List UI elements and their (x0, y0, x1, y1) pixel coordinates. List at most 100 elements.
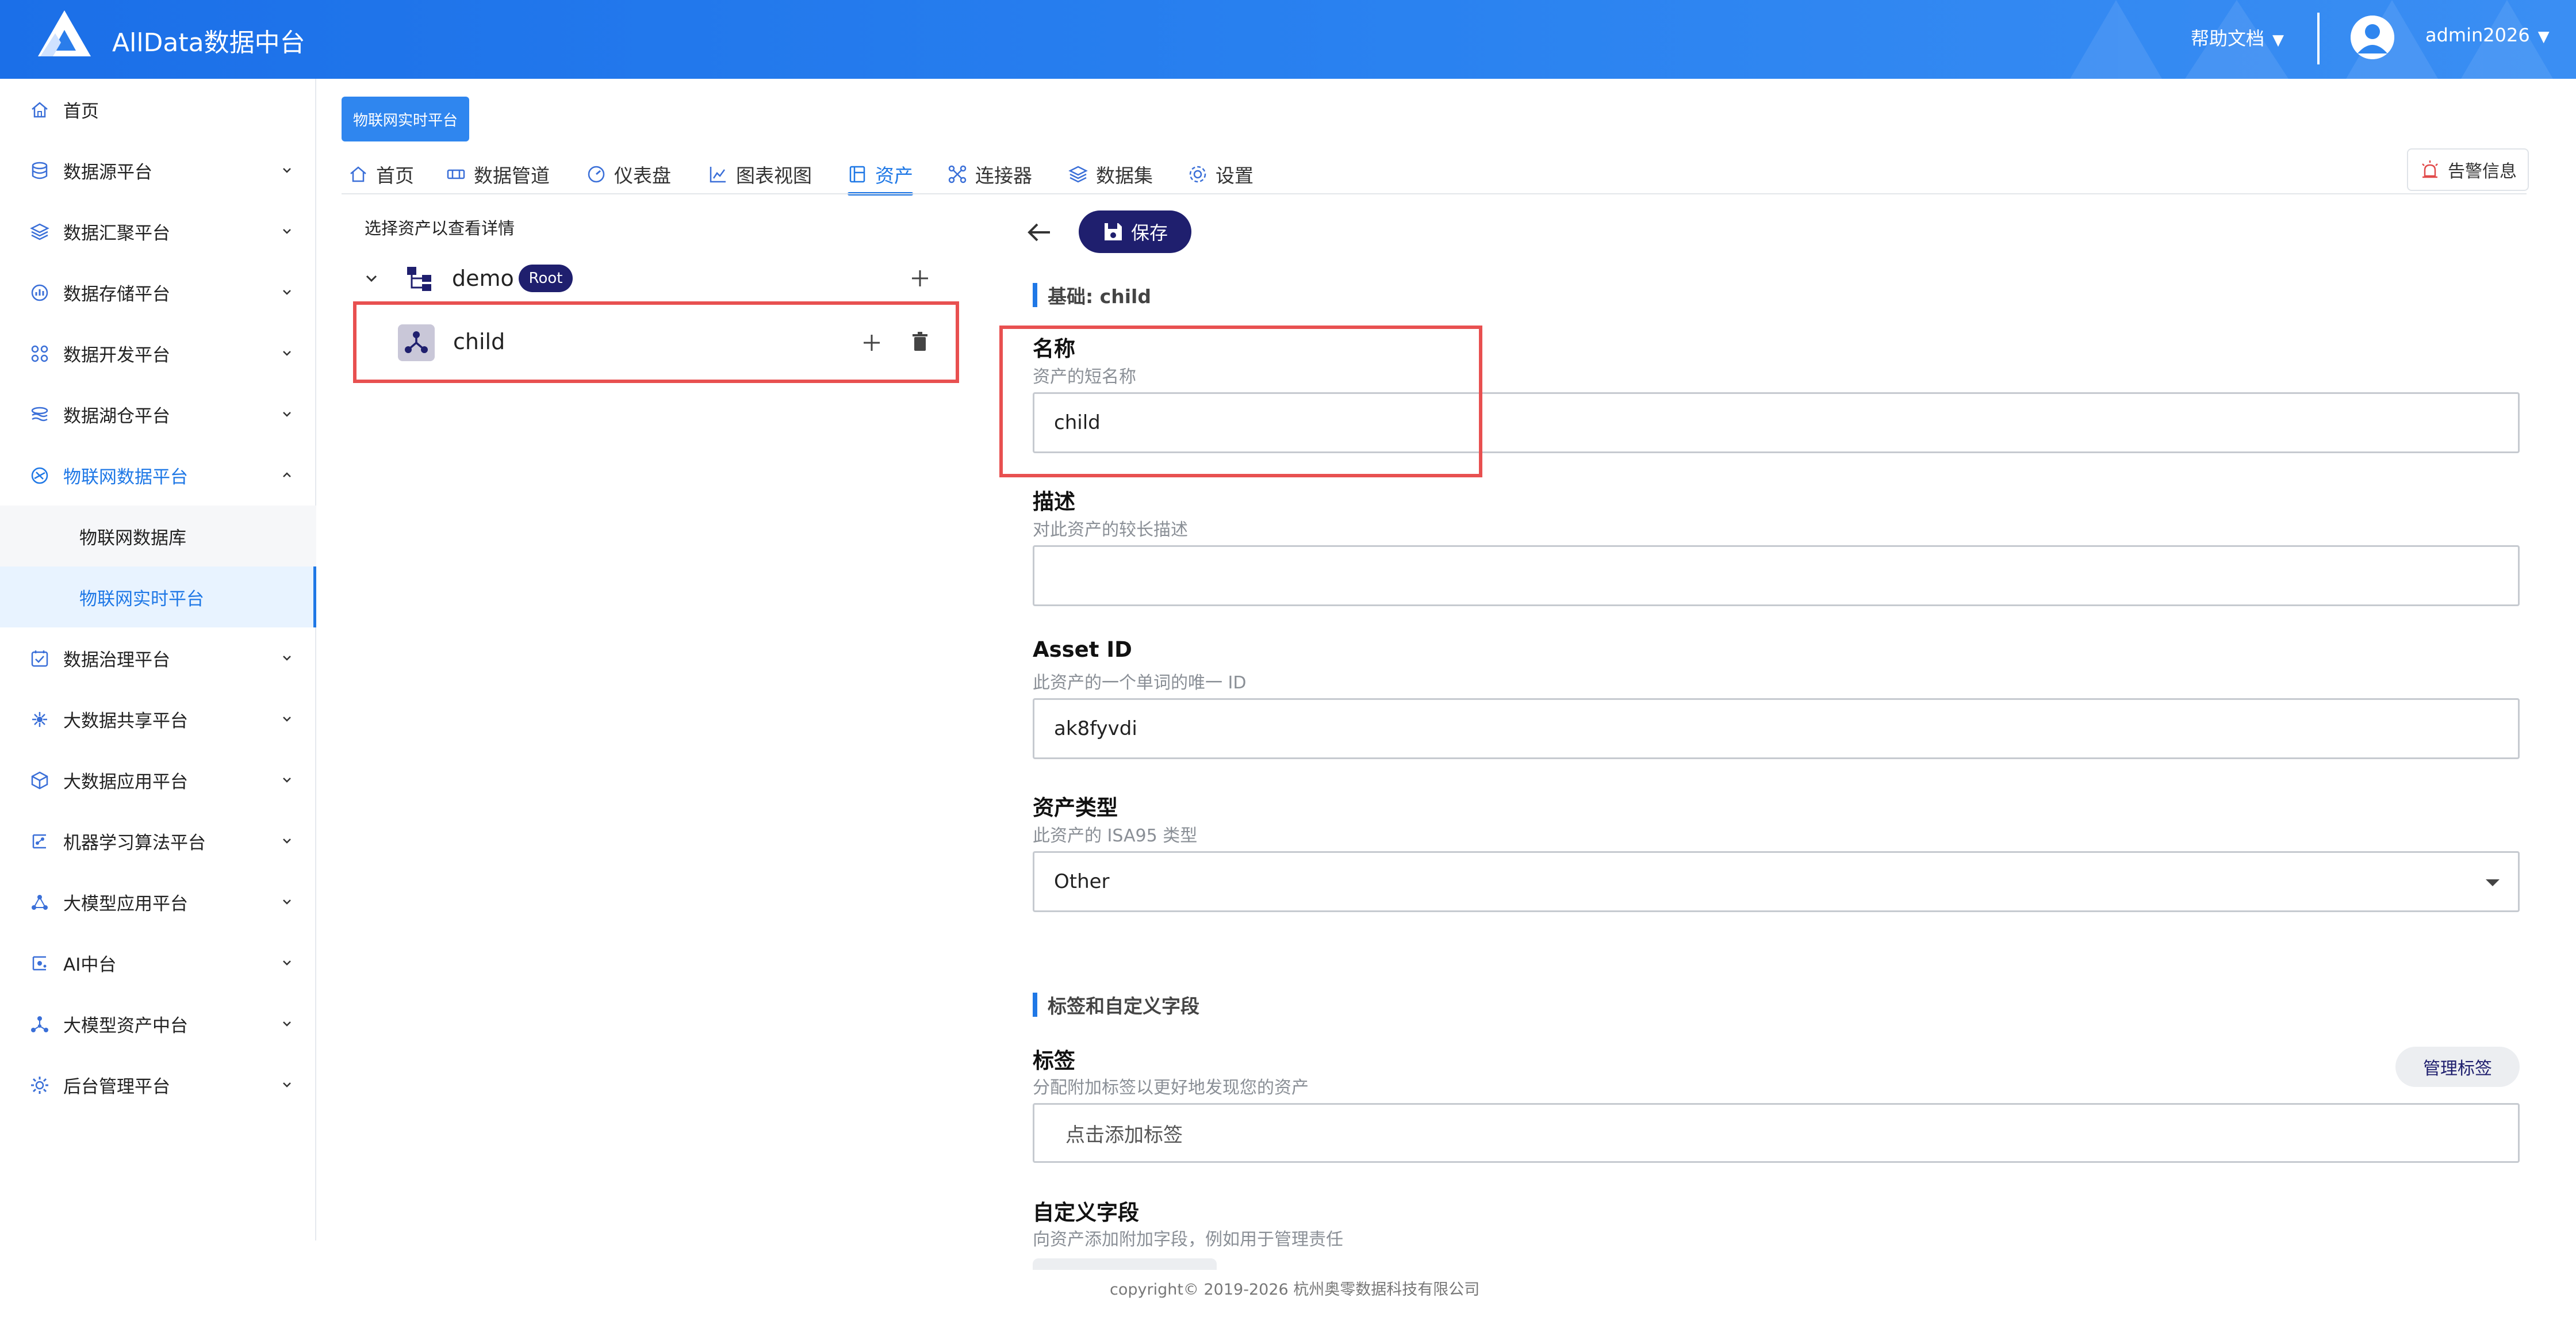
sidebar-item-governance[interactable]: 数据治理平台 (0, 627, 316, 688)
description-input[interactable] (1033, 545, 2520, 606)
asset-icon (849, 166, 865, 183)
storage-chart-icon (31, 284, 48, 301)
tree-node-child[interactable]: child (353, 301, 959, 383)
sidebar-item-label: 大数据应用平台 (63, 771, 188, 793)
asset-node-icon (398, 324, 435, 361)
tab-label: 设置 (1216, 164, 1254, 187)
asset-id-label: Asset ID (1033, 637, 1132, 662)
tab-label: 图表视图 (736, 164, 812, 187)
sidebar-item-datasource[interactable]: 数据源平台 (0, 140, 316, 201)
tab-label: 数据集 (1096, 164, 1153, 187)
chevron-down-icon (283, 778, 291, 783)
page-tag-iot-realtime[interactable]: 物联网实时平台 (342, 97, 469, 141)
sidebar-subitem-iot-realtime[interactable]: 物联网实时平台 (0, 566, 316, 627)
asset-id-input[interactable]: ak8fyvdi (1033, 698, 2520, 759)
sidebar-item-llm-asset[interactable]: 大模型资产中台 (0, 993, 316, 1054)
add-child-icon[interactable] (861, 332, 882, 353)
sidebar-item-label: 大数据共享平台 (63, 710, 188, 732)
sidebar-subitem-iot-database[interactable]: 物联网数据库 (0, 506, 316, 566)
sidebar-item-label: 大模型应用平台 (63, 893, 188, 914)
delete-trash-icon[interactable] (910, 331, 930, 352)
alarm-siren-icon (2422, 160, 2438, 178)
sidebar-item-label: 数据源平台 (63, 162, 152, 183)
user-avatar-icon[interactable] (2351, 16, 2394, 59)
tab-divider (342, 193, 2527, 194)
add-custom-field-button[interactable] (1033, 1258, 1217, 1270)
chevron-down-icon (283, 412, 291, 417)
tab-connectors[interactable]: 连接器 (948, 154, 1032, 194)
sidebar-item-label: 首页 (63, 101, 99, 122)
sidebar-item-label: 数据开发平台 (63, 344, 170, 366)
sidebar-item-aggregation[interactable]: 数据汇聚平台 (0, 201, 316, 262)
tree-node-demo[interactable]: demo Root (356, 248, 960, 308)
floppy-disk-icon (1104, 223, 1122, 240)
sidebar-item-iot[interactable]: 物联网数据平台 (0, 445, 316, 506)
tree-title: 选择资产以查看详情 (365, 219, 515, 238)
sidebar-item-lakehouse[interactable]: 数据湖仓平台 (0, 384, 316, 445)
alarm-info-button[interactable]: 告警信息 (2407, 148, 2529, 191)
tab-label: 仪表盘 (614, 164, 671, 187)
governance-icon (31, 650, 48, 667)
chevron-down-icon (283, 168, 291, 173)
alarm-info-label: 告警信息 (2448, 162, 2517, 182)
tab-assets[interactable]: 资产 (848, 154, 913, 196)
asset-type-label: 资产类型 (1033, 795, 1118, 820)
sidebar-item-ml[interactable]: 机器学习算法平台 (0, 810, 316, 871)
section-tags-title: 标签和自定义字段 (1033, 993, 1199, 1017)
back-arrow-icon[interactable] (1026, 220, 1053, 245)
cube-icon (31, 771, 48, 790)
help-docs-menu[interactable]: 帮助文档 ▼ (2191, 24, 2284, 51)
gauge-icon (588, 166, 605, 183)
tab-settings[interactable]: 设置 (1188, 154, 1254, 194)
sidebar: 首页 数据源平台 数据汇聚平台 数据存储平台 数据开发平台 数据湖仓平台 物联网… (0, 79, 316, 1241)
tab-chart-view[interactable]: 图表视图 (708, 154, 812, 194)
chevron-down-icon (283, 351, 291, 356)
chevron-down-icon (283, 229, 291, 234)
caret-down-icon: ▼ (2272, 32, 2284, 49)
chevron-down-icon (283, 839, 291, 844)
custom-fields-label: 自定义字段 (1033, 1200, 1139, 1225)
tab-datasets[interactable]: 数据集 (1068, 154, 1153, 194)
sidebar-item-sharing[interactable]: 大数据共享平台 (0, 688, 316, 749)
sidebar-item-label: 数据湖仓平台 (63, 405, 170, 427)
copyright-text: copyright© 2019-2026 杭州奥零数据科技有限公司 (1110, 1281, 1480, 1299)
sidebar-item-development[interactable]: 数据开发平台 (0, 323, 316, 384)
sidebar-item-label: 后台管理平台 (63, 1076, 170, 1097)
tags-input[interactable]: 点击添加标签 (1033, 1103, 2520, 1163)
chevron-down-icon (283, 656, 291, 661)
chevron-down-icon[interactable] (363, 270, 379, 286)
asset-type-value: Other (1054, 870, 1110, 893)
help-docs-label: 帮助文档 (2191, 28, 2265, 49)
chevron-down-icon (283, 1082, 291, 1088)
section-basic-title: 基础: child (1033, 283, 1151, 308)
admin-gear-icon (31, 1077, 48, 1094)
add-child-icon[interactable] (910, 268, 930, 289)
home-icon (32, 102, 48, 118)
asset-type-help: 此资产的 ISA95 类型 (1033, 826, 1198, 846)
alldata-logo-icon (38, 10, 91, 56)
user-menu[interactable]: admin2026 ▼ (2425, 24, 2550, 46)
tags-label: 标签 (1033, 1048, 1075, 1073)
tab-pipeline[interactable]: 数据管道 (446, 154, 550, 194)
sidebar-item-admin[interactable]: 后台管理平台 (0, 1054, 316, 1115)
description-label: 描述 (1033, 489, 1075, 514)
asset-type-select[interactable]: Other (1033, 851, 2520, 912)
grid-nodes-icon (31, 345, 48, 362)
tab-label: 数据管道 (474, 164, 550, 187)
header-divider (2317, 13, 2320, 64)
tab-home[interactable]: 首页 (348, 154, 414, 194)
ml-icon (32, 834, 46, 849)
sidebar-item-application[interactable]: 大数据应用平台 (0, 749, 316, 810)
sidebar-item-llm-app[interactable]: 大模型应用平台 (0, 871, 316, 932)
sidebar-item-ai[interactable]: AI中台 (0, 932, 316, 993)
ai-icon (32, 956, 47, 971)
root-badge: Root (519, 265, 573, 292)
manage-tags-button[interactable]: 管理标签 (2395, 1047, 2520, 1087)
database-icon (32, 162, 48, 179)
sidebar-subitem-label: 物联网实时平台 (79, 588, 204, 610)
tab-dashboard[interactable]: 仪表盘 (586, 154, 671, 194)
sidebar-item-label: 物联网数据平台 (63, 466, 188, 488)
sidebar-item-home[interactable]: 首页 (0, 79, 316, 140)
save-button[interactable]: 保存 (1079, 210, 1191, 253)
sidebar-item-storage[interactable]: 数据存储平台 (0, 262, 316, 323)
